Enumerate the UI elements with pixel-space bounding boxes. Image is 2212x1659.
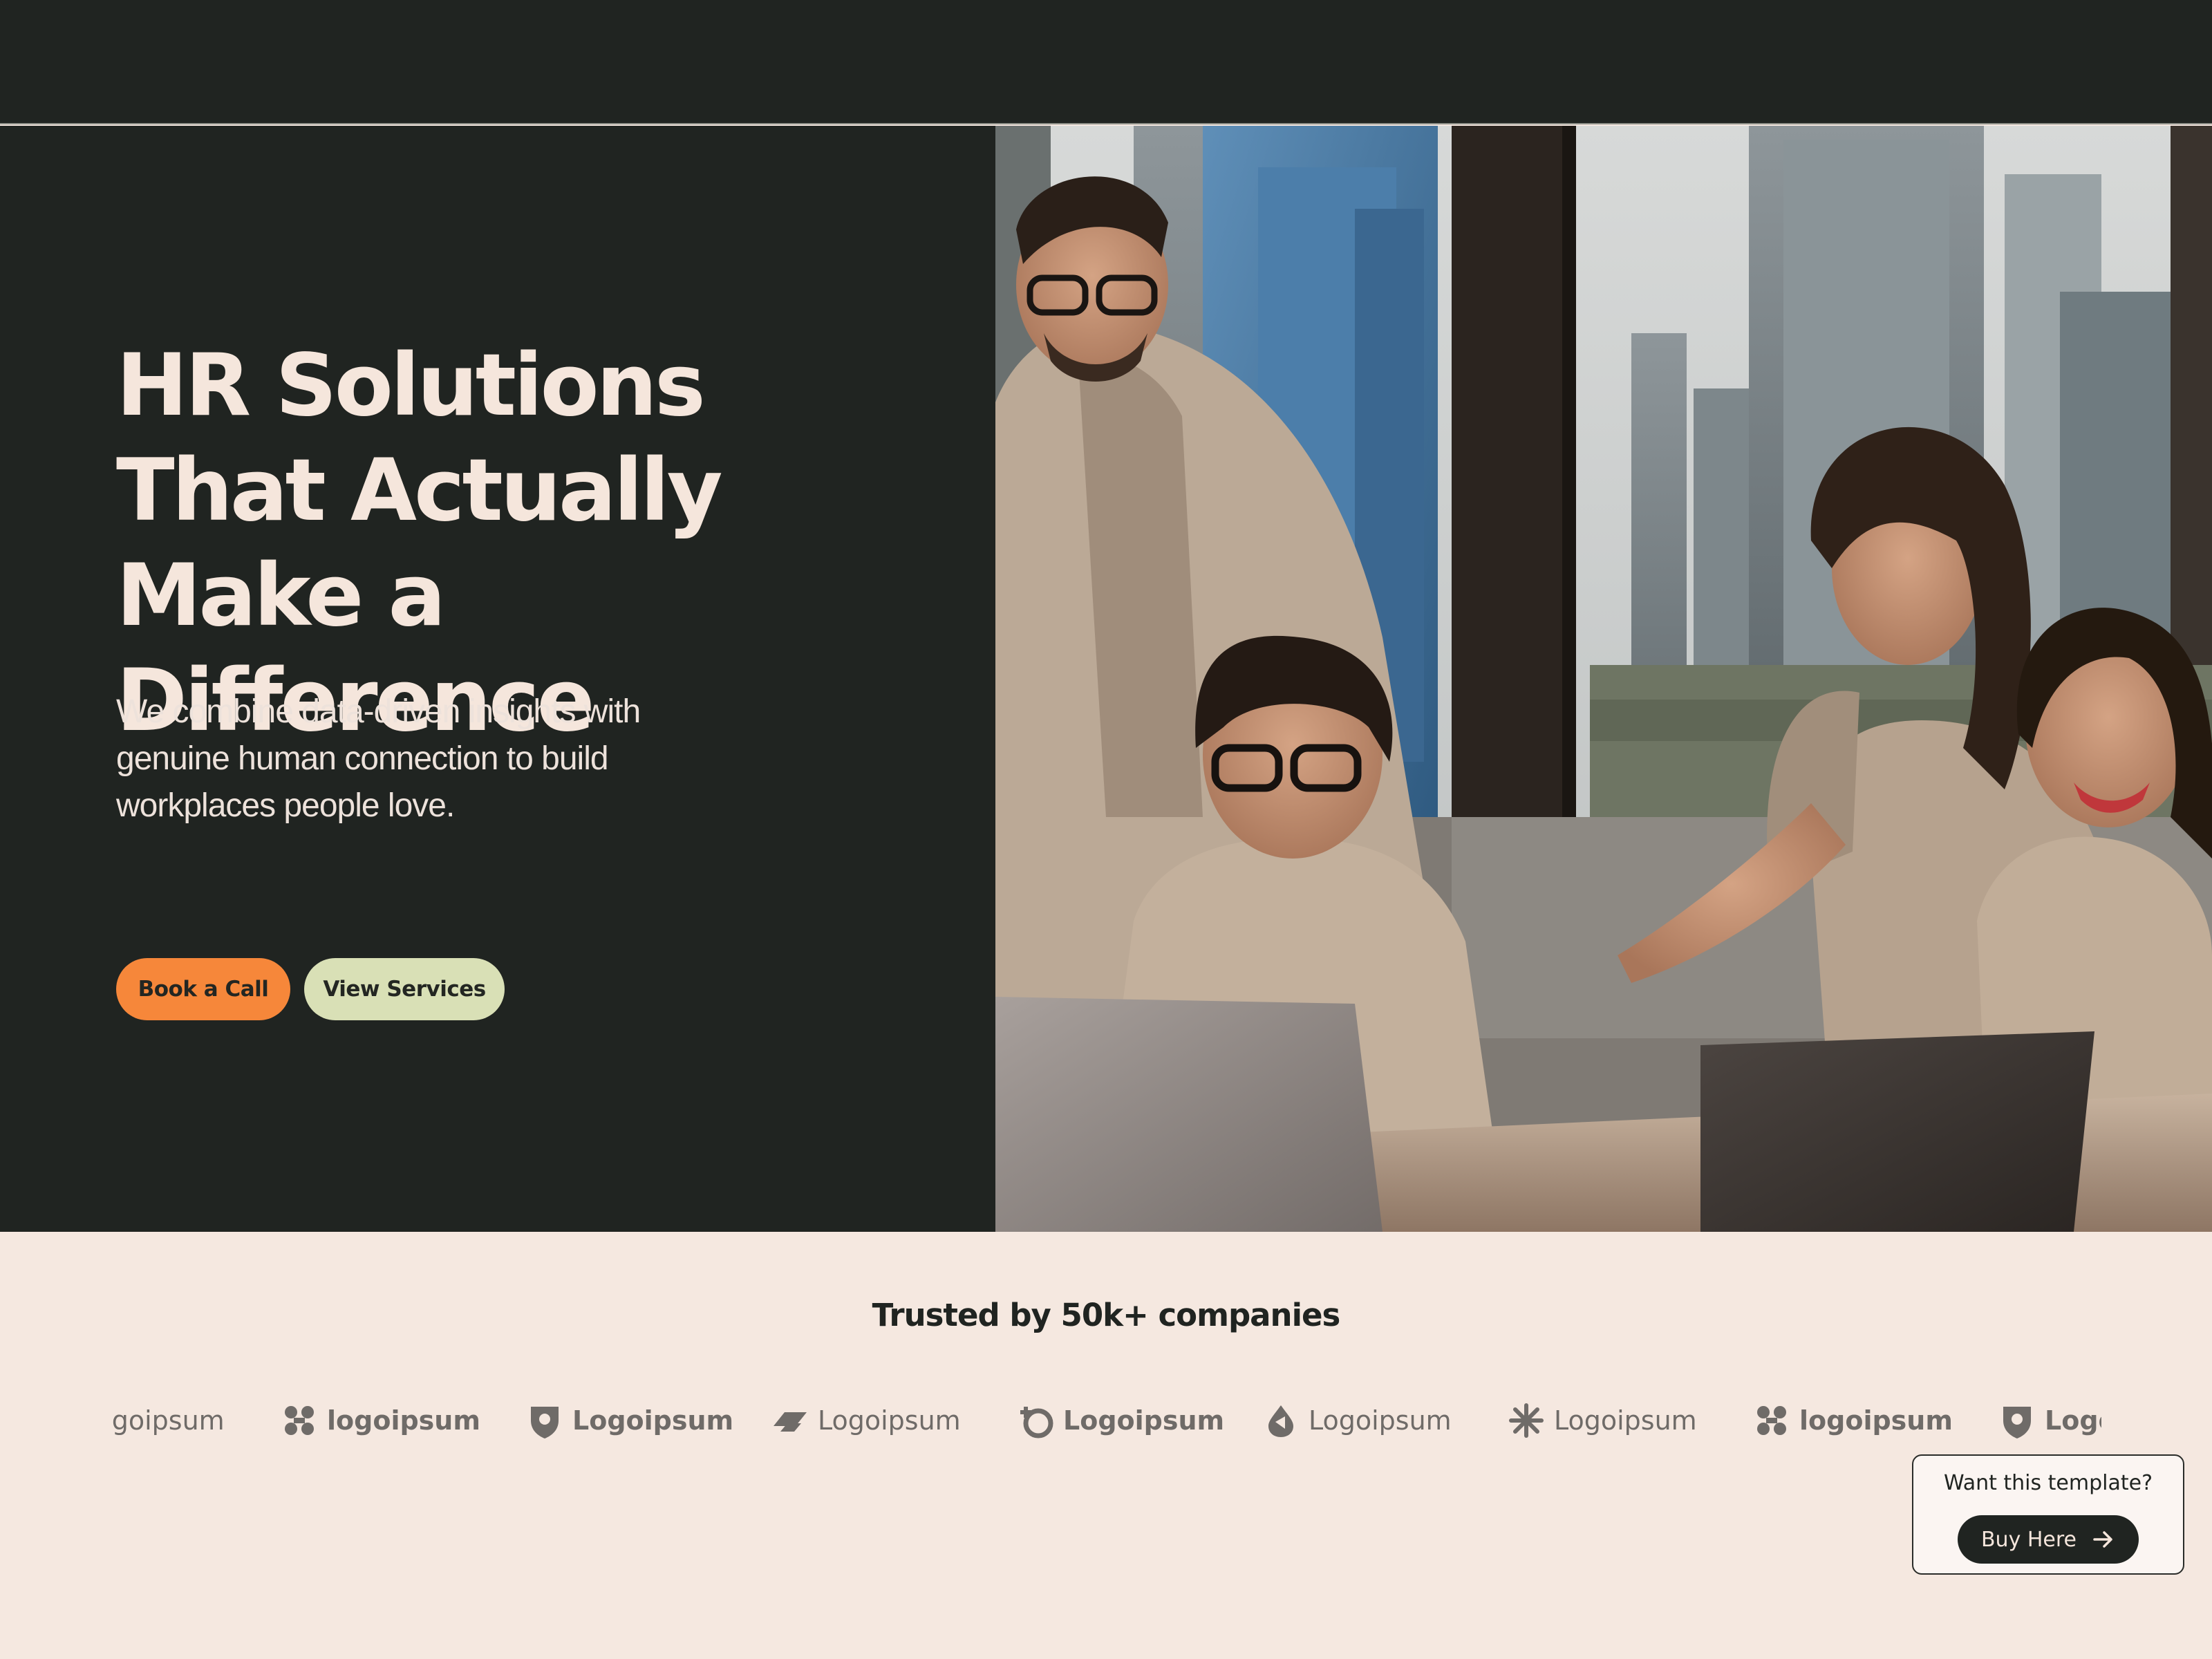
logo-label: Logoipsum	[2045, 1405, 2101, 1436]
company-logo: logoipsum	[1752, 1401, 1998, 1440]
plus-circle-icon	[1020, 1407, 1053, 1438]
company-logo: Logoipsum	[1016, 1401, 1262, 1440]
company-logo: Logoipsum	[1998, 1401, 2101, 1440]
logo-label: logoipsum	[327, 1405, 480, 1436]
logo-label: Logoipsum	[1554, 1405, 1697, 1436]
trusted-by-heading: Trusted by 50k+ companies	[872, 1297, 1341, 1333]
shield-icon	[2003, 1407, 2031, 1438]
top-navigation-bar	[0, 0, 2212, 124]
buy-here-button[interactable]: Buy Here	[1958, 1515, 2139, 1564]
team-office-photo	[995, 126, 2212, 1232]
logo-label: Logoipsum	[1063, 1405, 1225, 1436]
company-logo: Logoipsum	[1262, 1401, 1507, 1440]
star-burst-icon	[1509, 1403, 1544, 1438]
company-logo: Logoipsum	[771, 1401, 1016, 1440]
shield-icon	[531, 1407, 559, 1438]
promo-title: Want this template?	[1943, 1471, 2153, 1495]
book-a-call-button[interactable]: Book a Call	[116, 958, 290, 1020]
template-promo-card: Want this template? Buy Here	[1912, 1454, 2184, 1575]
company-logo: logoipsum	[280, 1401, 525, 1440]
hero-section: HR Solutions That Actually Make a Differ…	[0, 126, 995, 1232]
view-services-button[interactable]: View Services	[304, 958, 505, 1020]
hero-subheading: We combine data-driven insights with gen…	[116, 693, 641, 824]
logo-label: Logoipsum	[111, 1405, 225, 1436]
swirl-icon	[285, 1406, 314, 1435]
company-logo: Logoipsum	[111, 1401, 280, 1440]
logo-carousel: Logoipsum logoipsum Logoipsum Logoipsum …	[111, 1389, 2101, 1452]
company-logo: Logoipsum	[525, 1401, 771, 1440]
buy-here-label: Buy Here	[1980, 1527, 2077, 1552]
link-icon	[774, 1412, 807, 1432]
logo-track: Logoipsum logoipsum Logoipsum Logoipsum …	[111, 1389, 2101, 1452]
logo-label: Logoipsum	[572, 1405, 734, 1436]
logo-label: Logoipsum	[818, 1405, 961, 1436]
swirl-icon	[1757, 1406, 1786, 1435]
drop-icon	[1268, 1405, 1293, 1437]
logo-label: Logoipsum	[1309, 1405, 1452, 1436]
company-logo: Logoipsum	[1507, 1401, 1752, 1440]
logo-label: logoipsum	[1799, 1405, 1953, 1436]
arrow-right-icon	[2093, 1531, 2112, 1548]
